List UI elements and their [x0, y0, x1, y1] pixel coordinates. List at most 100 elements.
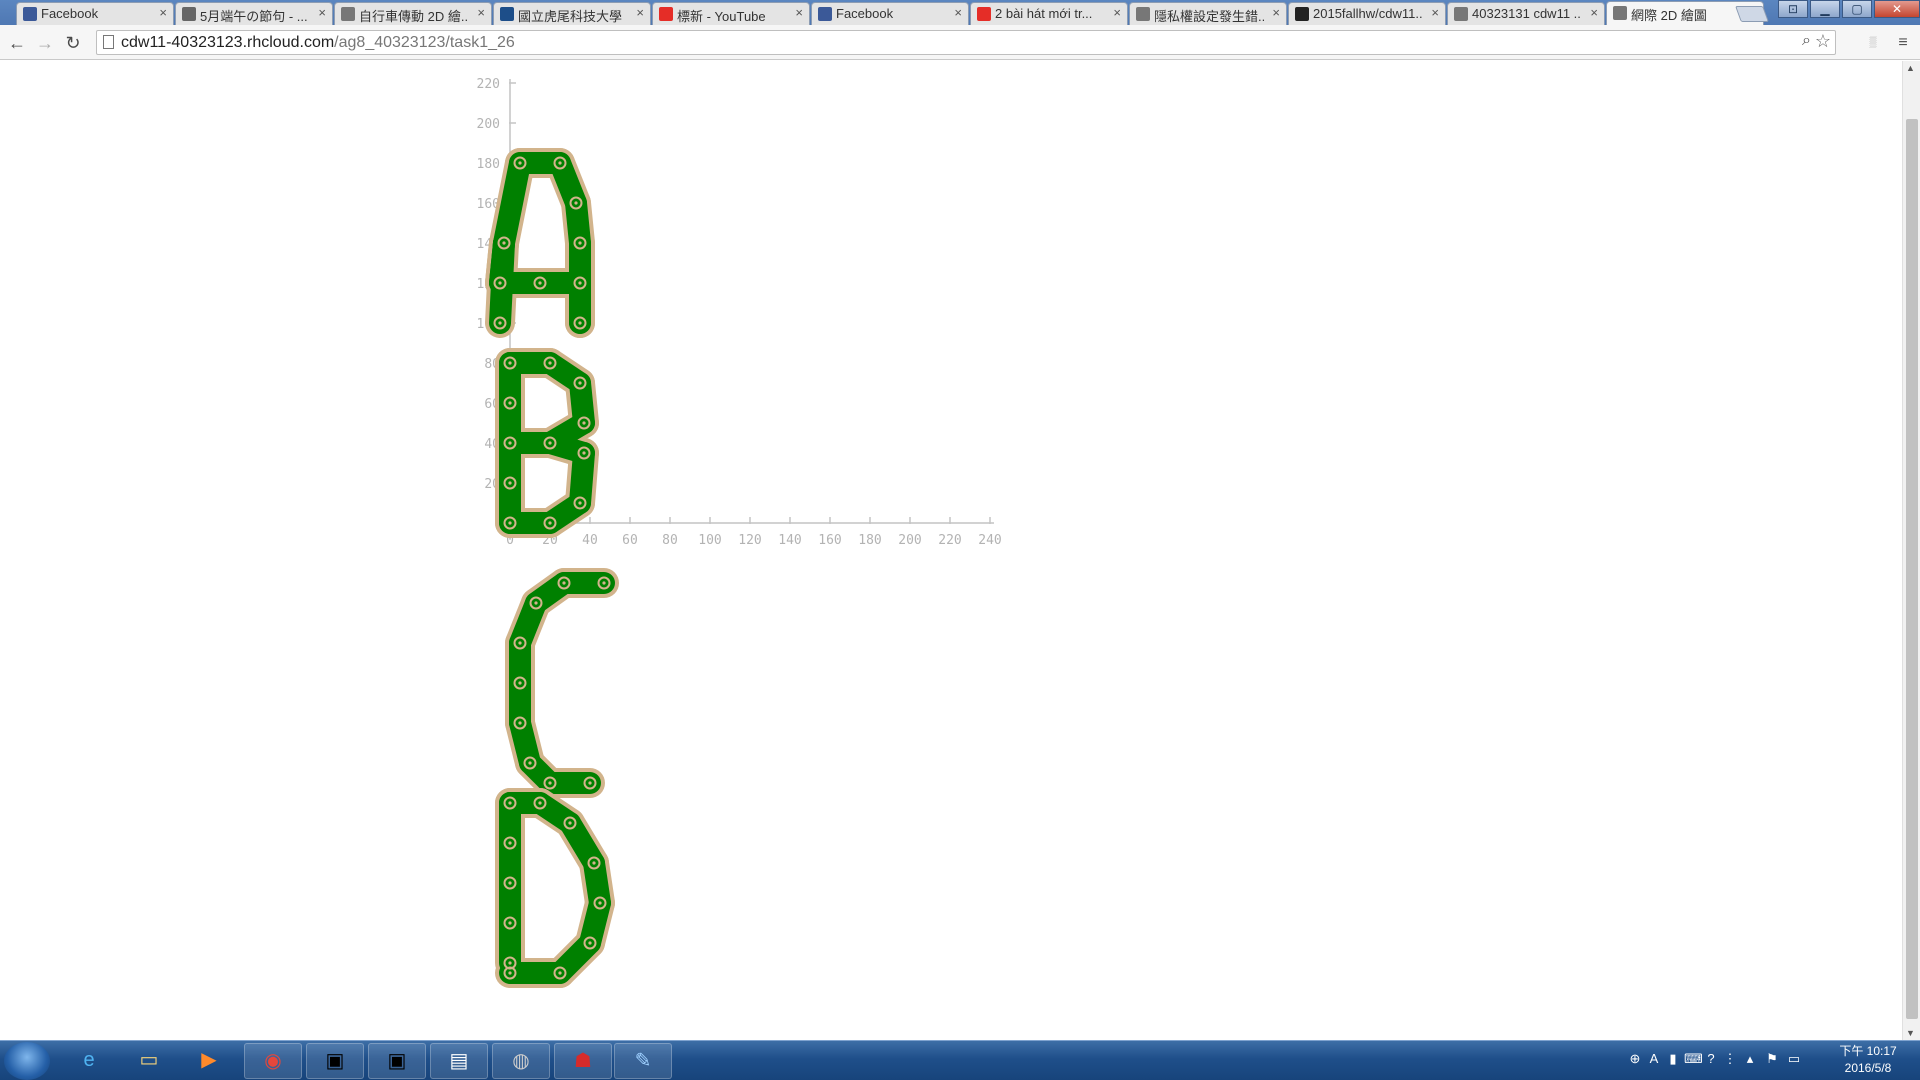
game-app-icon[interactable]: ☗ [554, 1043, 612, 1079]
browser-tab[interactable]: 5月端午の節句 - ... × [175, 2, 333, 25]
url-text[interactable]: cdw11-40323123.rhcloud.com/ag8_40323123/… [121, 34, 515, 52]
bookmark-star-icon[interactable]: ☆ [1815, 31, 1831, 52]
language-bar-icon[interactable]: ▮ [1665, 1051, 1681, 1067]
tab-close-icon[interactable]: × [318, 5, 326, 20]
url-host: cdw11-40323123.rhcloud.com [121, 34, 335, 51]
help-icon[interactable]: ? [1703, 1051, 1719, 1067]
start-button[interactable] [4, 1042, 50, 1080]
chain-pin-center [502, 241, 506, 245]
tab-close-icon[interactable]: × [1590, 5, 1598, 20]
tab-close-icon[interactable]: × [636, 5, 644, 20]
nfu-icon [500, 7, 514, 21]
browser-tab[interactable]: 40323131 cdw11 ... × [1447, 2, 1605, 25]
chain-pin-center [548, 441, 552, 445]
zoom-icon[interactable]: ⌕ [1802, 32, 1811, 50]
hamburger-menu-icon[interactable]: ≡ [1892, 32, 1914, 54]
paint-icon[interactable]: ✎ [614, 1043, 672, 1079]
maximize-button[interactable]: ▢ [1842, 0, 1872, 18]
tab-title: 網際 2D 繪圖 [1631, 8, 1707, 23]
x-tick-label: 100 [698, 533, 721, 548]
tab-strip: Facebook × 5月端午の節句 - ... × 自行車傳動 2D 繪... × 國立虎… [0, 0, 1920, 25]
network-icon[interactable]: ▭ [1786, 1051, 1802, 1067]
browser-tab[interactable]: 標新 - YouTube × [652, 2, 810, 25]
chain-pin-center [588, 781, 592, 785]
minimize-button[interactable]: ▁ [1810, 0, 1840, 18]
keyboard-icon[interactable]: ⌨ [1684, 1051, 1703, 1067]
chain-pin-center [568, 821, 572, 825]
sphere-app-icon[interactable]: ◍ [492, 1043, 550, 1079]
browser-tab[interactable]: 2 bài hát mới tr... × [970, 2, 1128, 25]
x-tick-label: 40 [582, 533, 598, 548]
chain-pin-center [508, 521, 512, 525]
browser-tab[interactable]: 2015fallhw/cdw11... × [1288, 2, 1446, 25]
tab-close-icon[interactable]: × [795, 5, 803, 20]
axes: 0 20 40 60 80 100 120 140 160 180 200 220 2402040608… [477, 77, 1002, 548]
y-tick-label: 180 [477, 157, 500, 172]
input-mode-icon[interactable]: A [1646, 1051, 1662, 1067]
page-content: 0 20 40 60 80 100 120 140 160 180 200 220 240 20 40 60 8… [0, 61, 1902, 1040]
cmd-icon-2[interactable]: ▣ [368, 1043, 426, 1079]
chain-pin-center [562, 581, 566, 585]
chain-pin-center [508, 841, 512, 845]
chain-pin-center [518, 161, 522, 165]
chain-pin-center [508, 961, 512, 965]
address-bar[interactable]: cdw11-40323123.rhcloud.com/ag8_40323123/… [96, 30, 1836, 55]
youtube-icon [977, 7, 991, 21]
ime-icon[interactable]: ⊕ [1627, 1051, 1643, 1067]
window-user-icon[interactable]: ⊡ [1778, 0, 1808, 18]
chain-letter-d [495, 788, 615, 988]
close-window-button[interactable]: ✕ [1874, 0, 1920, 18]
media-player-icon[interactable]: ▶ [180, 1043, 238, 1079]
browser-tab[interactable]: 自行車傳動 2D 繪... × [334, 2, 492, 25]
extension-icon[interactable]: ▒ [1862, 32, 1884, 54]
cmd-icon[interactable]: ▣ [306, 1043, 364, 1079]
scrollbar-thumb[interactable] [1906, 119, 1918, 1019]
show-hidden-icons-icon[interactable]: ▴ [1742, 1051, 1758, 1067]
chain-pin-center [498, 321, 502, 325]
chain-pin-center [518, 721, 522, 725]
chain-pin-center [578, 281, 582, 285]
ie-icon[interactable]: e [60, 1043, 118, 1079]
scroll-up-arrow-icon[interactable]: ▲ [1906, 63, 1915, 73]
browser-tab[interactable]: 國立虎尾科技大學 × [493, 2, 651, 25]
vertical-scrollbar[interactable]: ▲ ▼ [1902, 61, 1920, 1040]
tab-close-icon[interactable]: × [1113, 5, 1121, 20]
browser-tab[interactable]: Facebook × [811, 2, 969, 25]
action-center-flag-icon[interactable]: ⚑ [1764, 1051, 1780, 1067]
chain-pin-center [508, 801, 512, 805]
x-tick-label: 220 [938, 533, 961, 548]
browser-tab[interactable]: 隱私權設定發生錯... × [1129, 2, 1287, 25]
reload-icon[interactable]: ↻ [62, 32, 84, 54]
chain-pin-center [602, 581, 606, 585]
forward-arrow-icon[interactable]: → [34, 32, 56, 54]
tab-close-icon[interactable]: × [477, 5, 485, 20]
tab-close-icon[interactable]: × [954, 5, 962, 20]
file-explorer-icon[interactable]: ▭ [120, 1043, 178, 1079]
chain-pin-center [558, 161, 562, 165]
facebook-icon [23, 7, 37, 21]
tab-title: 2015fallhw/cdw11... [1313, 6, 1423, 21]
chain-pin-center [548, 521, 552, 525]
url-path: /ag8_40323123/task1_26 [334, 34, 515, 51]
x-tick-label: 60 [622, 533, 638, 548]
chrome-icon[interactable]: ◉ [244, 1043, 302, 1079]
chain-pin-center [508, 361, 512, 365]
chain-pin-center [508, 971, 512, 975]
chain-pin-center [592, 861, 596, 865]
windows-taskbar: e ▭ ▶ ◉ ▣ ▣ ▤ ◍ ☗ ✎ ⊕ A ▮ ⌨ ? ⋮ ▴ ⚑ ▭ 下午 10:17 20… [0, 1040, 1920, 1080]
tab-close-icon[interactable]: × [1431, 5, 1439, 20]
chain-letter-a [485, 148, 595, 338]
system-clock[interactable]: 下午 10:17 2016/5/8 [1832, 1043, 1904, 1077]
back-arrow-icon[interactable]: ← [6, 32, 28, 54]
tab-title: Facebook [836, 6, 894, 21]
youtube-icon [659, 7, 673, 21]
chain-pin-center [548, 781, 552, 785]
notepad-icon[interactable]: ▤ [430, 1043, 488, 1079]
tab-close-icon[interactable]: × [159, 5, 167, 20]
browser-tab[interactable]: Facebook × [16, 2, 174, 25]
facebook-icon [818, 7, 832, 21]
new-tab-button[interactable] [1735, 6, 1769, 22]
tab-close-icon[interactable]: × [1272, 5, 1280, 20]
scroll-down-arrow-icon[interactable]: ▼ [1906, 1028, 1915, 1038]
tray-options-icon[interactable]: ⋮ [1722, 1051, 1738, 1067]
